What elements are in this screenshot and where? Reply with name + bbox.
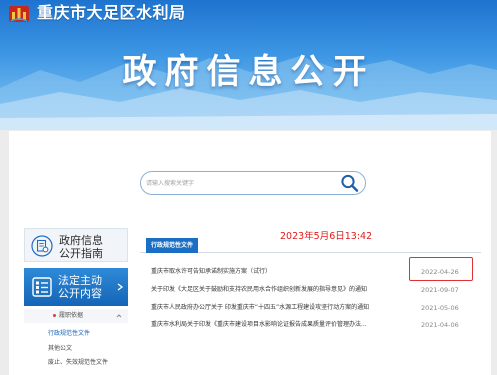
nav-label-guide-line2: 公开指南 bbox=[59, 247, 103, 260]
nav-section-label: 履职依据 bbox=[59, 312, 84, 319]
date-highlight-box bbox=[409, 257, 473, 281]
list-item-title[interactable]: 重庆市取水许可告知承诺制实施方案（试行） bbox=[151, 265, 413, 279]
guide-document-icon bbox=[31, 235, 53, 257]
nav-label-statutory: 法定主动 公开内容 bbox=[58, 274, 124, 300]
list-item-date: 2021-04-06 bbox=[421, 321, 459, 329]
search-box bbox=[140, 171, 366, 195]
nav-label-statutory-line2: 公开内容 bbox=[58, 287, 102, 300]
nav-label-guide-line1: 政府信息 bbox=[59, 234, 103, 247]
list-item[interactable]: 关于印发《大足区关于鼓励和支持农民用水合作组织创新发展的指导意见》的通知 202… bbox=[151, 283, 481, 297]
list-item[interactable]: 重庆市人民政府办公厅关于 印发重庆市“十四五”水源工程建设攻坚行动方案的通知 2… bbox=[151, 301, 481, 315]
nav-label-statutory-line1: 法定主动 bbox=[58, 274, 102, 287]
header-banner: 重庆市大足区水利局 政府信息公开 bbox=[0, 0, 497, 130]
nav-label-guide: 政府信息 公开指南 bbox=[59, 234, 125, 260]
sub-nav-item-other-docs[interactable]: 其他公文 bbox=[48, 344, 72, 354]
list-document-icon bbox=[32, 277, 52, 297]
sub-nav-item-repealed-docs[interactable]: 废止、失效规范性文件 bbox=[48, 358, 108, 368]
search-icon[interactable] bbox=[339, 173, 361, 193]
category-tab[interactable]: 行政规范性文件 bbox=[146, 238, 199, 253]
emblem-logo bbox=[9, 6, 29, 22]
list-item[interactable]: 重庆市水利局关于印发《重庆市建设项目水影响论证报告成果质量评价管理办法... 2… bbox=[151, 318, 481, 332]
list-item-title[interactable]: 重庆市人民政府办公厅关于 印发重庆市“十四五”水源工程建设攻坚行动方案的通知 bbox=[151, 301, 413, 315]
site-name[interactable]: 重庆市大足区水利局 bbox=[37, 2, 186, 24]
chevron-up-icon bbox=[116, 314, 122, 318]
timestamp-annotation: 2023年5月6日13:42 bbox=[280, 231, 373, 242]
bullet-icon bbox=[53, 314, 56, 317]
search-input[interactable] bbox=[143, 174, 333, 192]
page-banner-title: 政府信息公开 bbox=[122, 52, 375, 92]
list-item-title[interactable]: 重庆市水利局关于印发《重庆市建设项目水影响论证报告成果质量评价管理办法... bbox=[151, 318, 413, 332]
nav-item-disclosure-guide[interactable]: 政府信息 公开指南 bbox=[24, 228, 128, 262]
sub-nav-item-normative-docs[interactable]: 行政规范性文件 bbox=[48, 329, 90, 339]
list-item-date: 2021-09-07 bbox=[421, 286, 459, 294]
nav-item-statutory-disclosure[interactable]: 法定主动 公开内容 bbox=[24, 268, 128, 306]
nav-section-duty-basis[interactable]: 履职依据 bbox=[24, 309, 128, 323]
list-item-title[interactable]: 关于印发《大足区关于鼓励和支持农民用水合作组织创新发展的指导意见》的通知 bbox=[151, 283, 413, 297]
list-item-date: 2021-05-06 bbox=[421, 304, 459, 312]
chevron-right-icon bbox=[117, 283, 124, 291]
